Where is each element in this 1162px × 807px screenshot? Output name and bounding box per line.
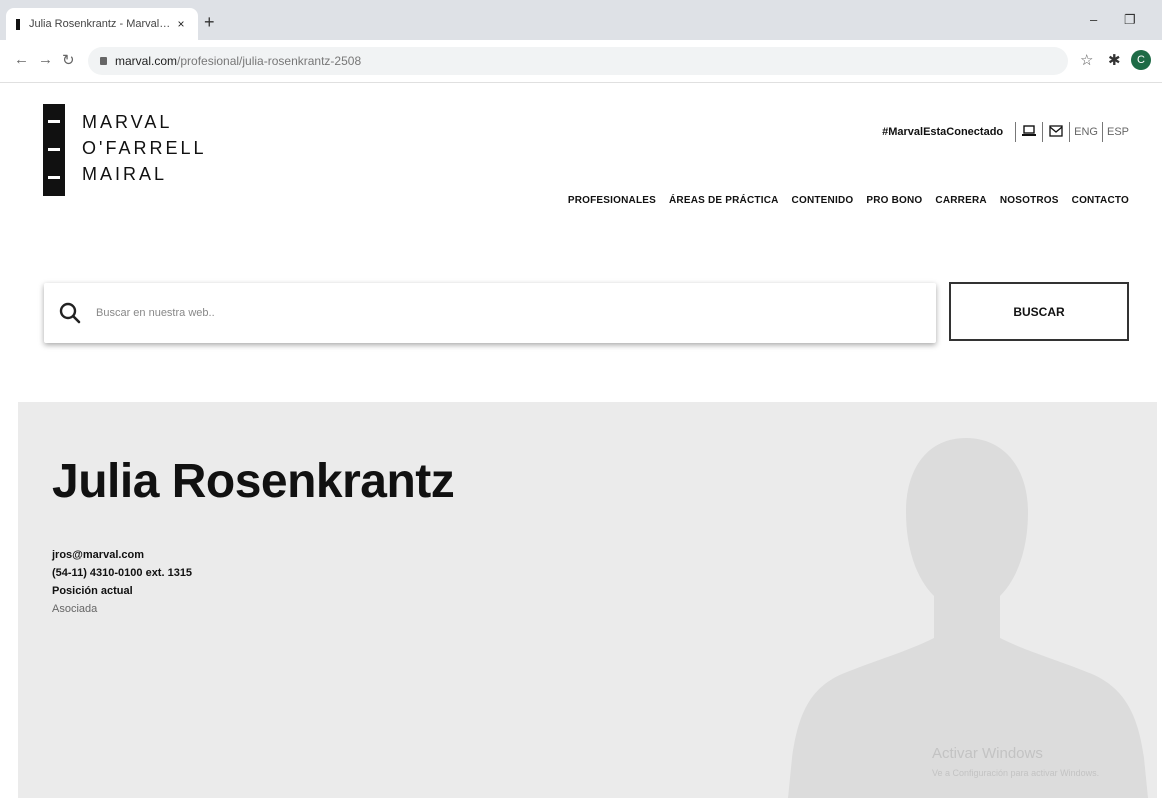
profile-photo-placeholder (788, 438, 1148, 798)
logo-line-3: MAIRAL (82, 164, 168, 184)
nav-item-contacto[interactable]: CONTACTO (1072, 195, 1129, 206)
forward-icon[interactable]: → (38, 51, 53, 68)
address-bar[interactable]: marval.com /profesional/julia-rosenkrant… (88, 47, 1068, 75)
favicon-icon (16, 18, 20, 30)
profile-name: Julia Rosenkrantz (52, 455, 455, 508)
nav-item-carrera[interactable]: CARRERA (935, 195, 986, 206)
url-path: /profesional/julia-rosenkrantz-2508 (177, 54, 362, 68)
back-icon[interactable]: ← (14, 51, 29, 68)
minimize-icon[interactable]: – (1090, 12, 1097, 27)
reload-icon[interactable]: ↻ (62, 51, 75, 69)
lang-eng-link[interactable]: ENG (1074, 126, 1098, 138)
position-label: Posición actual (52, 585, 133, 597)
browser-toolbar: ← → ↻ marval.com /profesional/julia-rose… (0, 40, 1162, 83)
search-button[interactable]: BUSCAR (949, 282, 1129, 341)
position-value: Asociada (52, 603, 98, 615)
logo-line-2: O'FARRELL (82, 138, 207, 158)
mail-icon[interactable] (1047, 124, 1065, 140)
logo-mark (43, 104, 65, 196)
hashtag-link[interactable]: #MarvalEstaConectado (882, 126, 1003, 138)
nav-item-areas[interactable]: ÁREAS DE PRÁCTICA (669, 195, 779, 206)
watermark-line-2: Ve a Configuración para activar Windows. (932, 768, 1100, 778)
url-domain: marval.com (115, 54, 178, 68)
watermark-line-1: Activar Windows (932, 745, 1043, 762)
browser-tab[interactable]: Julia Rosenkrantz - Marval, O'Farr × (6, 8, 198, 40)
profile-email[interactable]: jros@marval.com (52, 549, 144, 561)
browser-tab-strip: Julia Rosenkrantz - Marval, O'Farr × + –… (0, 0, 1162, 40)
profile-avatar[interactable]: C (1131, 50, 1151, 70)
tab-close-icon[interactable]: × (172, 17, 190, 31)
logo-line-1: MARVAL (82, 112, 173, 132)
search-icon (58, 301, 82, 325)
nav-item-contenido[interactable]: CONTENIDO (792, 195, 854, 206)
search-box (44, 283, 936, 343)
tab-title: Julia Rosenkrantz - Marval, O'Farr (29, 18, 172, 30)
header-utility-bar: #MarvalEstaConectado ENG ESP (882, 122, 1129, 142)
lang-esp-link[interactable]: ESP (1107, 126, 1129, 138)
nav-item-pro-bono[interactable]: PRO BONO (866, 195, 922, 206)
new-tab-icon[interactable]: + (204, 12, 215, 33)
star-icon[interactable]: ☆ (1080, 51, 1093, 69)
profile-phone: (54-11) 4310-0100 ext. 1315 (52, 567, 193, 579)
laptop-icon[interactable] (1020, 124, 1038, 140)
extensions-icon[interactable]: ✱ (1108, 51, 1121, 69)
lock-icon (100, 57, 107, 65)
search-input[interactable] (94, 306, 898, 320)
nav-item-nosotros[interactable]: NOSOTROS (1000, 195, 1059, 206)
main-nav: PROFESIONALES ÁREAS DE PRÁCTICA CONTENID… (568, 195, 1129, 206)
maximize-icon[interactable]: ❐ (1124, 12, 1136, 28)
profile-section: Julia Rosenkrantz jros@marval.com (54-11… (18, 402, 1157, 798)
windows-activation-watermark: Activar Windows Ve a Configuración para … (932, 745, 1099, 778)
nav-item-profesionales[interactable]: PROFESIONALES (568, 195, 656, 206)
